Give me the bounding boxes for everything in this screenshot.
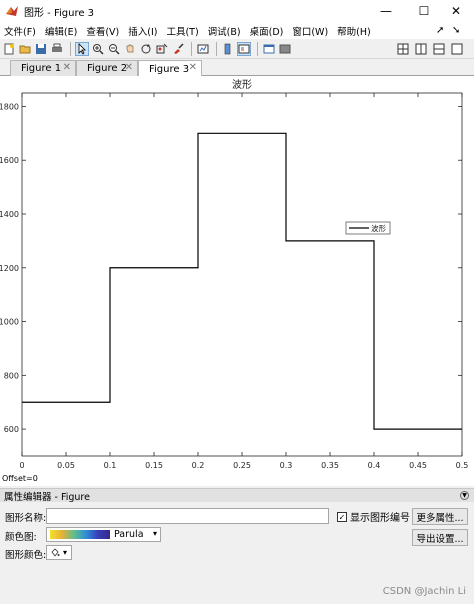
tab-figure-3[interactable]: Figure 3 ✕ bbox=[138, 60, 202, 77]
y-tick-label: 600 bbox=[4, 425, 19, 434]
legend-icon[interactable] bbox=[237, 41, 251, 56]
menu-window[interactable]: 窗口(W) bbox=[292, 24, 328, 38]
menu-tools[interactable]: 工具(T) bbox=[166, 24, 198, 38]
menu-file[interactable]: 文件(F) bbox=[4, 24, 36, 38]
chart-title: 波形 bbox=[232, 78, 252, 91]
axes-box bbox=[21, 92, 463, 457]
hide-plot-tools-icon[interactable] bbox=[262, 42, 276, 56]
plot-axes[interactable]: 波形 0 0.05 0.1 0.15 0.2 0.25 0.3 0.35 0.4 0.45 0.5 60… bbox=[0, 76, 474, 486]
y-tick-label: 1000 bbox=[0, 318, 19, 327]
matlab-logo-icon bbox=[6, 6, 18, 16]
tab-figure-2[interactable]: Figure 2 ✕ bbox=[76, 60, 138, 76]
close-tab-icon[interactable]: ✕ bbox=[125, 62, 133, 73]
window-title: 图形 - Figure 3 bbox=[24, 7, 95, 19]
colormap-select[interactable]: Parula ▾ bbox=[46, 527, 161, 542]
toolbar-separator bbox=[257, 41, 258, 56]
menu-bar: 文件(F) 编辑(E) 查看(V) 插入(I) 工具(T) 调试(B) 桌面(D… bbox=[0, 22, 474, 39]
link-plot-icon[interactable] bbox=[196, 42, 210, 56]
y-tick-label: 800 bbox=[4, 371, 19, 380]
chevron-down-icon: ▾ bbox=[63, 548, 68, 557]
close-tab-icon[interactable]: ✕ bbox=[63, 62, 71, 73]
brush-icon[interactable] bbox=[171, 42, 185, 56]
figure-color-picker[interactable]: ▾ bbox=[46, 545, 72, 560]
x-tick-label: 0.1 bbox=[104, 461, 117, 470]
dock-arrow-icon[interactable]: ➚ bbox=[436, 22, 444, 39]
x-tick-label: 0.45 bbox=[409, 461, 427, 470]
colormap-label: 颜色图: bbox=[5, 532, 37, 543]
toolbar-separator bbox=[70, 41, 71, 56]
y-tick-label: 1400 bbox=[0, 210, 19, 219]
y-tick-label: 1800 bbox=[0, 102, 19, 111]
x-tick-label: 0.25 bbox=[233, 461, 251, 470]
x-tick-label: 0.2 bbox=[192, 461, 205, 470]
print-icon[interactable] bbox=[50, 42, 64, 56]
colormap-gradient-swatch bbox=[50, 530, 110, 539]
more-properties-button[interactable]: 更多属性... bbox=[412, 508, 468, 525]
tab-label: Figure 1 bbox=[21, 63, 62, 74]
export-settings-button[interactable]: 导出设置... bbox=[412, 529, 468, 546]
select-arrow-icon[interactable] bbox=[75, 41, 89, 56]
colorbar-icon[interactable] bbox=[221, 42, 235, 56]
menu-insert[interactable]: 插入(I) bbox=[128, 24, 157, 38]
menu-desktop[interactable]: 桌面(D) bbox=[250, 24, 284, 38]
minimize-button[interactable]: — bbox=[366, 0, 406, 22]
figure-color-label: 图形颜色: bbox=[5, 550, 47, 561]
menu-edit[interactable]: 编辑(E) bbox=[45, 24, 77, 38]
paint-bucket-icon bbox=[51, 547, 60, 557]
top-bottom-layout-icon[interactable] bbox=[432, 42, 446, 56]
property-editor-header: 属性编辑器 - Figure ▼ bbox=[0, 488, 474, 503]
y-tick-label: 1600 bbox=[0, 156, 19, 165]
watermark-text: CSDN @Jachin Li bbox=[382, 586, 466, 597]
zoom-in-icon[interactable] bbox=[91, 42, 105, 56]
x-tick-label: 0.5 bbox=[456, 461, 469, 470]
x-tick-label: 0.05 bbox=[57, 461, 75, 470]
tab-label: Figure 3 bbox=[149, 63, 190, 75]
chevron-down-icon: ▾ bbox=[152, 529, 157, 538]
offset-readout: Offset=0 bbox=[2, 474, 38, 483]
toolbar-separator bbox=[191, 41, 192, 56]
x-tick-label: 0.35 bbox=[321, 461, 339, 470]
undock-arrow-icon[interactable]: ➘ bbox=[452, 22, 460, 39]
single-layout-icon[interactable] bbox=[450, 42, 464, 56]
left-right-layout-icon[interactable] bbox=[414, 42, 428, 56]
data-cursor-icon[interactable] bbox=[155, 42, 169, 56]
property-editor-title: 属性编辑器 - Figure bbox=[4, 491, 90, 503]
tab-label: Figure 2 bbox=[87, 63, 128, 74]
show-figure-number-label: 显示图形编号 bbox=[350, 513, 410, 524]
show-plot-tools-icon[interactable] bbox=[278, 42, 292, 56]
open-folder-icon[interactable] bbox=[18, 42, 32, 56]
close-button[interactable]: ✕ bbox=[436, 0, 474, 22]
close-tab-icon[interactable]: ✕ bbox=[189, 62, 197, 73]
show-figure-number-checkbox[interactable]: ✓ 显示图形编号 bbox=[337, 509, 410, 524]
x-tick-label: 0 bbox=[19, 461, 24, 470]
menu-help[interactable]: 帮助(H) bbox=[337, 24, 371, 38]
figure-name-input[interactable] bbox=[46, 508, 329, 524]
layout-buttons bbox=[396, 42, 466, 56]
legend-entry: 波形 bbox=[371, 223, 386, 233]
y-tick-label: 1200 bbox=[0, 264, 19, 273]
x-tick-label: 0.3 bbox=[280, 461, 293, 470]
x-tick-label: 0.4 bbox=[368, 461, 381, 470]
menu-debug[interactable]: 调试(B) bbox=[208, 24, 241, 38]
figure-canvas[interactable]: 波形 0 0.05 0.1 0.15 0.2 0.25 0.3 0.35 0.4 0.45 0.5 60… bbox=[0, 76, 474, 486]
toolbar-separator bbox=[216, 41, 217, 56]
save-icon[interactable] bbox=[34, 42, 48, 56]
zoom-out-icon[interactable] bbox=[107, 42, 121, 56]
colormap-value: Parula bbox=[114, 529, 144, 540]
menu-view[interactable]: 查看(V) bbox=[86, 24, 119, 38]
figure-tab-bar: Figure 1 ✕ Figure 2 ✕ Figure 3 ✕ bbox=[0, 59, 474, 77]
tab-figure-1[interactable]: Figure 1 ✕ bbox=[10, 60, 76, 76]
new-figure-icon[interactable] bbox=[2, 42, 16, 56]
rotate-3d-icon[interactable] bbox=[139, 42, 153, 56]
tile-layout-icon[interactable] bbox=[396, 42, 410, 56]
pan-hand-icon[interactable] bbox=[123, 42, 137, 56]
checkbox-checked-icon[interactable]: ✓ bbox=[337, 511, 347, 522]
collapse-chevron-icon[interactable]: ▼ bbox=[460, 491, 469, 500]
figure-name-label: 图形名称: bbox=[5, 513, 47, 524]
x-tick-label: 0.15 bbox=[145, 461, 163, 470]
